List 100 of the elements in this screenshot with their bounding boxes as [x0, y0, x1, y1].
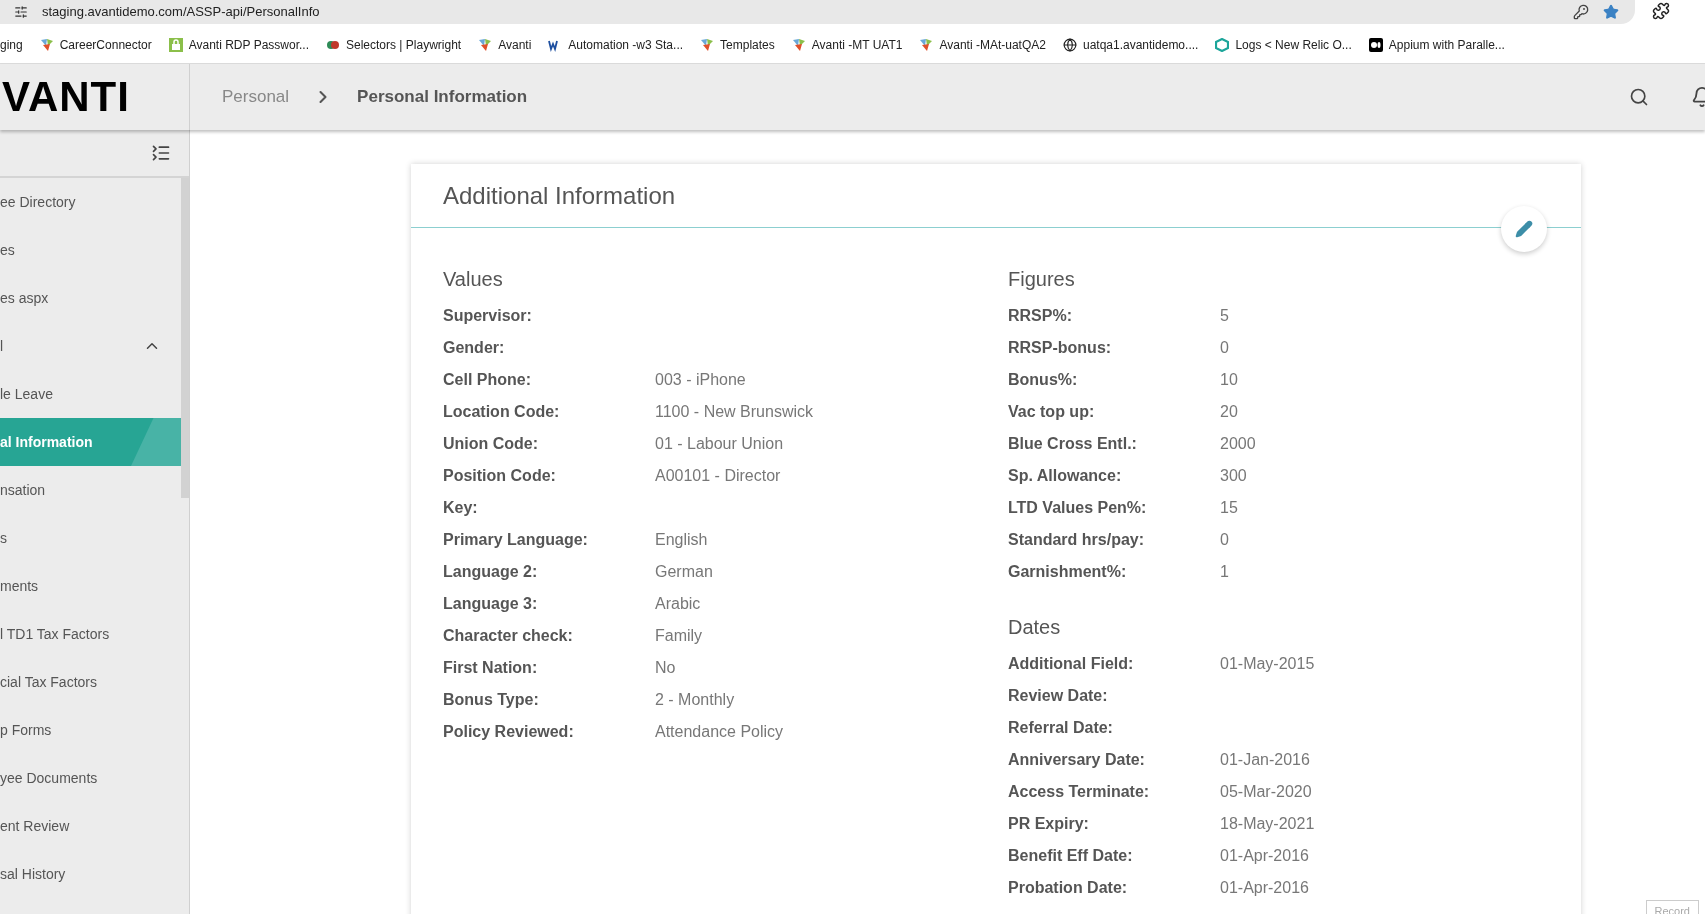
- bookmark[interactable]: uatqa1.avantidemo....: [1062, 35, 1199, 54]
- field-value: 0: [1220, 338, 1229, 358]
- field-value: 20: [1220, 402, 1238, 422]
- field-label: LTD Values Pen%:: [1008, 498, 1148, 518]
- field-label: Cell Phone:: [443, 370, 532, 390]
- field-label: Bonus Type:: [443, 690, 540, 710]
- field-value: 01-Apr-2016: [1220, 878, 1309, 898]
- extensions-icon[interactable]: [1652, 2, 1670, 20]
- field-label: Access Terminate:: [1008, 782, 1151, 802]
- field-value: 0: [1220, 530, 1229, 550]
- sidebar-item[interactable]: ments: [0, 562, 181, 610]
- field-value: English: [655, 530, 708, 550]
- sidebar-item[interactable]: le Leave: [0, 370, 181, 418]
- field-label: Additional Field:: [1008, 654, 1135, 674]
- sidebar-item[interactable]: nsation: [0, 466, 181, 514]
- scrollbar[interactable]: [181, 178, 189, 498]
- bookmark[interactable]: Templates: [700, 35, 775, 54]
- field-label: Probation Date:: [1008, 878, 1129, 898]
- field-label: Bonus%:: [1008, 370, 1079, 390]
- field-label: Blue Cross Entl.:: [1008, 434, 1138, 454]
- sidebar-item[interactable]: s: [0, 514, 181, 562]
- collapse-menu-icon[interactable]: [151, 143, 171, 163]
- field-value: 01-May-2015: [1220, 654, 1315, 674]
- field-label: First Nation:: [443, 658, 539, 678]
- sidebar-item[interactable]: p Forms: [0, 706, 181, 754]
- edit-button[interactable]: [1501, 206, 1547, 252]
- field-label: Policy Reviewed:: [443, 722, 575, 742]
- bookmark-logo-icon: [39, 37, 54, 52]
- field-label: Position Code:: [443, 466, 557, 486]
- field-value: 15: [1220, 498, 1238, 518]
- field-label: Primary Language:: [443, 530, 589, 550]
- field-label: Anniversary Date:: [1008, 750, 1146, 770]
- field-value: Arabic: [655, 594, 701, 614]
- field-label: Sp. Allowance:: [1008, 466, 1123, 486]
- bookmark[interactable]: CareerConnector: [39, 35, 152, 54]
- lock-icon: [168, 37, 183, 52]
- card-title: Additional Information: [443, 180, 676, 211]
- field-value: 05-Mar-2020: [1220, 782, 1312, 802]
- section-heading: Dates: [1008, 615, 1062, 640]
- sidebar-item[interactable]: sal History: [0, 850, 181, 898]
- field-value: Attendance Policy: [655, 722, 784, 742]
- bookmark-star-icon[interactable]: [1603, 4, 1619, 20]
- section-heading: Figures: [1008, 267, 1076, 292]
- field-value: 2 - Monthly: [655, 690, 735, 710]
- bookmark-logo-icon: [700, 37, 715, 52]
- logo[interactable]: VANTI: [2, 76, 130, 118]
- site-settings-icon[interactable]: [14, 5, 28, 19]
- field-value: No: [655, 658, 676, 678]
- field-label: Union Code:: [443, 434, 540, 454]
- field-label: Supervisor:: [443, 306, 533, 326]
- sidebar-item[interactable]: ent Review: [0, 802, 181, 850]
- field-value: 5: [1220, 306, 1229, 326]
- address-bar[interactable]: staging.avantidemo.com/ASSP-api/PersonalInfo: [0, 0, 1635, 24]
- field-value: 10: [1220, 370, 1238, 390]
- search-icon[interactable]: [1629, 87, 1649, 107]
- field-value: 01 - Labour Union: [655, 434, 784, 454]
- sidebar-item[interactable]: l: [0, 322, 181, 370]
- field-label: Referral Date:: [1008, 718, 1114, 738]
- section-heading: Values: [443, 267, 504, 292]
- bookmark[interactable]: Avanti: [478, 35, 532, 54]
- key-icon[interactable]: [1573, 4, 1589, 20]
- sidebar-item[interactable]: yee Documents: [0, 754, 181, 802]
- bookmark[interactable]: ging: [0, 35, 23, 54]
- field-label: Language 3:: [443, 594, 539, 614]
- field-label: Benefit Eff Date:: [1008, 846, 1134, 866]
- field-label: Vac top up:: [1008, 402, 1096, 422]
- bookmark[interactable]: Logs < New Relic O...: [1215, 35, 1352, 54]
- sidebar-item[interactable]: l TD1 Tax Factors: [0, 610, 181, 658]
- field-value: 1100 - New Brunswick: [655, 402, 813, 422]
- field-label: RRSP-bonus:: [1008, 338, 1113, 358]
- bookmark-logo-icon: [919, 37, 934, 52]
- field-label: RRSP%:: [1008, 306, 1073, 326]
- bookmark[interactable]: Avanti -MAt-uatQA2: [919, 35, 1046, 54]
- field-value: 01-Apr-2016: [1220, 846, 1309, 866]
- field-value: 300: [1220, 466, 1247, 486]
- sidebar-item[interactable]: ee Directory: [0, 178, 181, 226]
- bookmark-logo-icon: [791, 37, 806, 52]
- field-value: A00101 - Director: [655, 466, 781, 486]
- bookmark[interactable]: Avanti RDP Passwor...: [168, 35, 309, 54]
- field-label: Gender:: [443, 338, 506, 358]
- sidebar-item[interactable]: es: [0, 226, 181, 274]
- bookmark[interactable]: Selectors | Playwright: [326, 35, 462, 54]
- bookmark[interactable]: Appium with Paralle...: [1368, 35, 1505, 54]
- globe-icon: [1062, 37, 1077, 52]
- breadcrumb-item: Personal Information: [357, 86, 528, 109]
- sidebar-item[interactable]: es aspx: [0, 274, 181, 322]
- hexagon-logo-icon: [1215, 37, 1230, 52]
- field-value: Family: [655, 626, 703, 646]
- field-value: 18-May-2021: [1220, 814, 1315, 834]
- field-label: PR Expiry:: [1008, 814, 1090, 834]
- field-label: Review Date:: [1008, 686, 1109, 706]
- field-label: Standard hrs/pay:: [1008, 530, 1146, 550]
- url-text: staging.avantidemo.com/ASSP-api/PersonalInfo: [42, 3, 321, 22]
- bookmark[interactable]: Automation -w3 Sta...: [548, 35, 684, 54]
- field-value: 01-Jan-2016: [1220, 750, 1310, 770]
- field-value: German: [655, 562, 713, 582]
- sidebar-item[interactable]: cial Tax Factors: [0, 658, 181, 706]
- bookmark[interactable]: Avanti -MT UAT1: [791, 35, 903, 54]
- bookmark-logo-icon: [478, 37, 493, 52]
- field-label: Key:: [443, 498, 479, 518]
